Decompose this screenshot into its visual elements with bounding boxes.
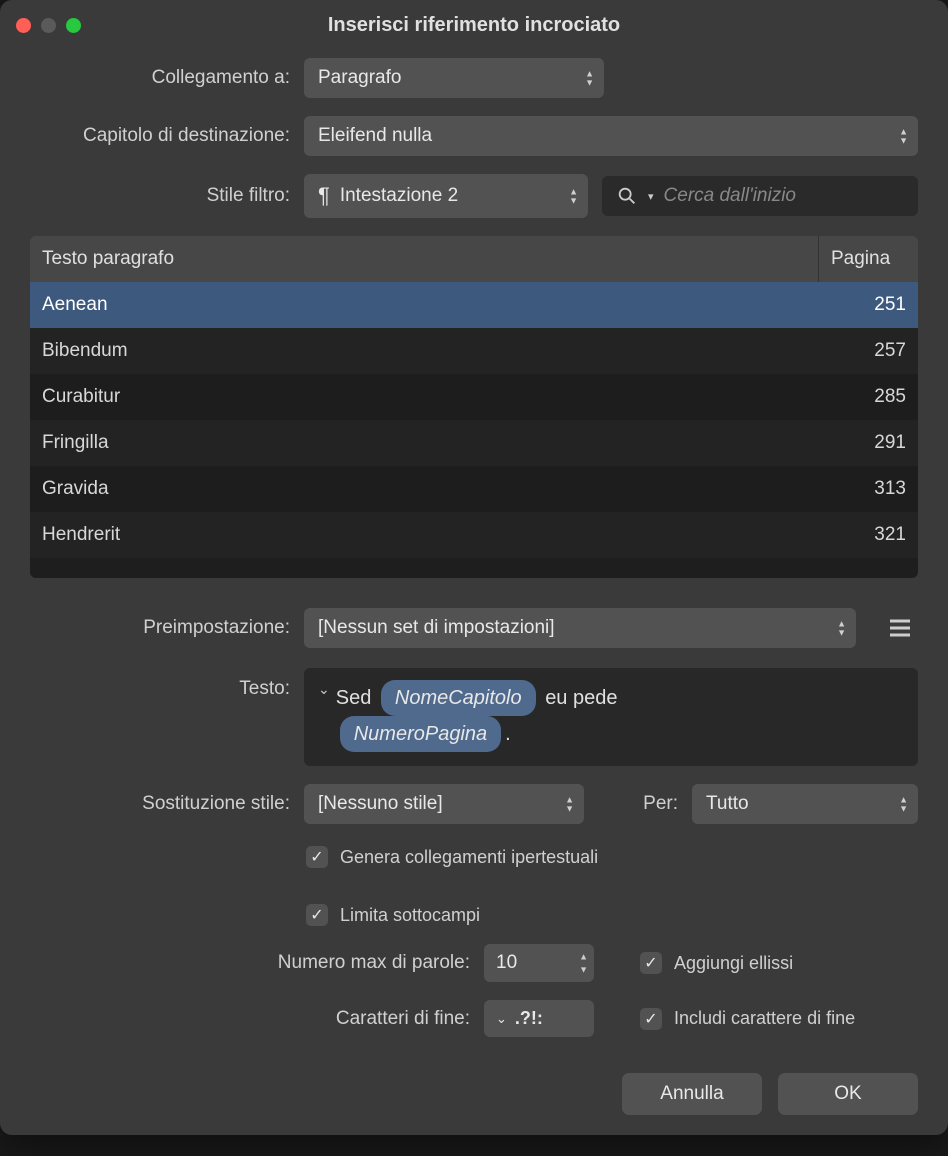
text-label: Testo: xyxy=(30,668,290,700)
row-text: Gravida xyxy=(42,478,821,500)
table-row[interactable]: Aenean251 xyxy=(30,282,918,328)
max-words-value: 10 xyxy=(496,952,517,973)
chevron-updown-icon: ▲▼ xyxy=(899,129,908,144)
link-to-label: Collegamento a: xyxy=(30,67,290,89)
preset-menu-icon[interactable] xyxy=(882,610,918,646)
style-sub-value: [Nessuno stile] xyxy=(318,793,443,815)
row-page: 321 xyxy=(821,524,906,546)
dialog-window: Inserisci riferimento incrociato Collega… xyxy=(0,0,948,1135)
window-title: Inserisci riferimento incrociato xyxy=(0,14,948,37)
dest-chapter-select[interactable]: Eleifend nulla ▲▼ xyxy=(304,116,918,156)
dest-chapter-value: Eleifend nulla xyxy=(318,125,432,147)
results-table: Testo paragrafo Pagina Aenean251Bibendum… xyxy=(30,236,918,578)
pilcrow-icon: ¶ xyxy=(318,183,330,209)
include-end-label: Includi carattere di fine xyxy=(674,1008,855,1029)
for-value: Tutto xyxy=(706,793,749,815)
chevron-updown-icon: ▲▼ xyxy=(585,71,594,86)
end-chars-value: .?!: xyxy=(515,1008,543,1029)
close-icon[interactable] xyxy=(16,18,31,33)
filter-style-value: Intestazione 2 xyxy=(340,185,458,207)
row-text: Curabitur xyxy=(42,386,821,408)
row-page: 285 xyxy=(821,386,906,408)
style-sub-select[interactable]: [Nessuno stile] ▲▼ xyxy=(304,784,584,824)
hyperlinks-checkbox[interactable]: ✓ xyxy=(306,846,328,868)
max-words-input[interactable]: 10 ▲▼ xyxy=(484,944,594,982)
search-input[interactable] xyxy=(664,185,904,207)
template-text: eu pede xyxy=(545,687,617,709)
include-end-checkbox[interactable]: ✓ xyxy=(640,1008,662,1030)
text-template-box[interactable]: ⌄ Sed NomeCapitolo eu pede NumeroPagina. xyxy=(304,668,918,766)
token-page-number[interactable]: NumeroPagina xyxy=(340,716,501,752)
preset-select[interactable]: [Nessun set di impostazioni] ▲▼ xyxy=(304,608,856,648)
for-label: Per: xyxy=(598,793,678,815)
content-area: Collegamento a: Paragrafo ▲▼ Capitolo di… xyxy=(0,50,948,578)
chevron-updown-icon: ▲▼ xyxy=(837,621,846,636)
chevron-down-icon[interactable]: ⌄ xyxy=(318,678,330,700)
preset-label: Preimpostazione: xyxy=(30,617,290,639)
row-page: 257 xyxy=(821,340,906,362)
ellipsis-checkbox[interactable]: ✓ xyxy=(640,952,662,974)
hyperlinks-label: Genera collegamenti ipertestuali xyxy=(340,847,598,868)
end-chars-label: Caratteri di fine: xyxy=(30,1008,470,1030)
link-to-value: Paragrafo xyxy=(318,67,401,89)
cancel-button[interactable]: Annulla xyxy=(622,1073,762,1115)
lower-section: Preimpostazione: [Nessun set di impostaz… xyxy=(0,608,948,1037)
limit-sub-label: Limita sottocampi xyxy=(340,905,480,926)
limit-sub-checkbox[interactable]: ✓ xyxy=(306,904,328,926)
ellipsis-label: Aggiungi ellissi xyxy=(674,953,793,974)
zoom-icon[interactable] xyxy=(66,18,81,33)
table-body[interactable]: Aenean251Bibendum257Curabitur285Fringill… xyxy=(30,282,918,578)
row-text: Aenean xyxy=(42,294,821,316)
filter-style-select[interactable]: ¶ Intestazione 2 ▲▼ xyxy=(304,174,588,218)
search-field[interactable]: ▾ xyxy=(602,176,918,216)
chevron-down-icon[interactable]: ⌄ xyxy=(496,1011,507,1027)
link-to-select[interactable]: Paragrafo ▲▼ xyxy=(304,58,604,98)
end-chars-input[interactable]: ⌄ .?!: xyxy=(484,1000,594,1037)
chevron-down-icon: ▾ xyxy=(648,190,654,203)
title-bar: Inserisci riferimento incrociato xyxy=(0,0,948,50)
style-sub-label: Sostituzione stile: xyxy=(30,793,290,815)
search-icon xyxy=(616,185,638,207)
button-row: Annulla OK xyxy=(0,1073,948,1115)
filter-style-label: Stile filtro: xyxy=(30,185,290,207)
ok-button[interactable]: OK xyxy=(778,1073,918,1115)
table-row[interactable]: Bibendum257 xyxy=(30,328,918,374)
chevron-updown-icon: ▲▼ xyxy=(569,189,578,204)
table-row[interactable]: Fringilla291 xyxy=(30,420,918,466)
max-words-label: Numero max di parole: xyxy=(30,952,470,974)
preset-value: [Nessun set di impostazioni] xyxy=(318,617,555,639)
chevron-updown-icon: ▲▼ xyxy=(899,797,908,812)
table-row[interactable]: Hendrerit321 xyxy=(30,512,918,558)
dest-chapter-label: Capitolo di destinazione: xyxy=(30,125,290,147)
table-header: Testo paragrafo Pagina xyxy=(30,236,918,282)
window-controls xyxy=(16,18,81,33)
table-row[interactable]: Curabitur285 xyxy=(30,374,918,420)
chevron-updown-icon: ▲▼ xyxy=(565,797,574,812)
template-text: Sed xyxy=(336,687,372,709)
template-text: . xyxy=(505,723,511,745)
token-chapter-name[interactable]: NomeCapitolo xyxy=(381,680,536,716)
row-text: Hendrerit xyxy=(42,524,821,546)
table-row[interactable]: Gravida313 xyxy=(30,466,918,512)
minimize-icon xyxy=(41,18,56,33)
row-text: Bibendum xyxy=(42,340,821,362)
row-page: 251 xyxy=(821,294,906,316)
row-page: 291 xyxy=(821,432,906,454)
col-page-header[interactable]: Pagina xyxy=(818,236,918,282)
row-text: Fringilla xyxy=(42,432,821,454)
stepper-icon[interactable]: ▲▼ xyxy=(579,952,588,975)
text-content: Sed NomeCapitolo eu pede NumeroPagina. xyxy=(336,680,618,752)
for-select[interactable]: Tutto ▲▼ xyxy=(692,784,918,824)
row-page: 313 xyxy=(821,478,906,500)
col-text-header[interactable]: Testo paragrafo xyxy=(30,236,818,282)
